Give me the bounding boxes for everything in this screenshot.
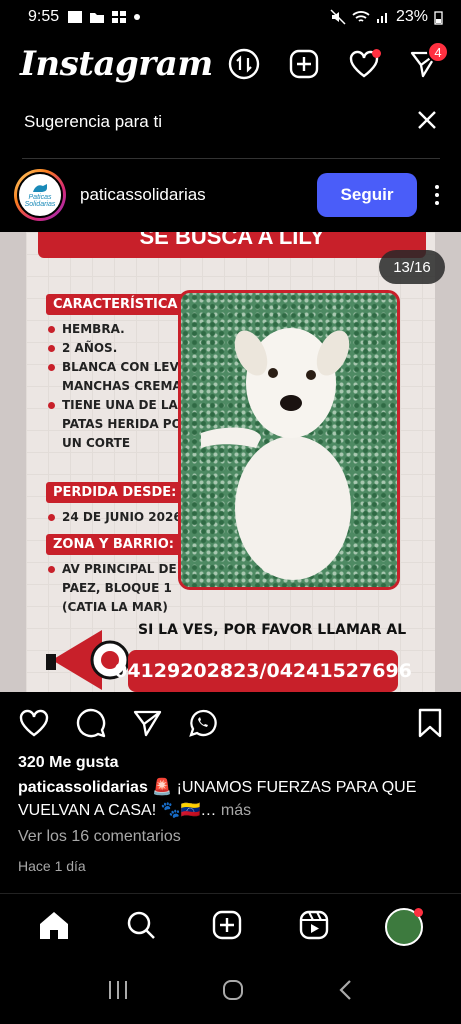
trait-continuation: MANCHAS CREMA. bbox=[62, 379, 187, 393]
trait-continuation: PATAS HERIDA POR bbox=[62, 417, 192, 431]
instagram-logo: Instagram bbox=[20, 44, 213, 84]
send-icon bbox=[133, 710, 162, 736]
plus-square-icon bbox=[289, 49, 319, 79]
battery-icon bbox=[434, 10, 443, 25]
post-timestamp: Hace 1 día bbox=[18, 858, 86, 874]
dog-logo-icon bbox=[33, 184, 47, 192]
suggestion-text: Sugerencia para ti bbox=[24, 112, 162, 131]
search-icon bbox=[128, 911, 156, 939]
zone-list: AV PRINCIPAL DE LA PAEZ, BLOQUE 1 (CATIA… bbox=[48, 560, 198, 617]
account-avatar[interactable]: Paticas Solidarias bbox=[14, 169, 66, 221]
nav-reels[interactable] bbox=[299, 910, 329, 945]
carousel-counter: 13/16 bbox=[379, 250, 445, 284]
create-button[interactable] bbox=[287, 47, 321, 81]
notifications-button[interactable] bbox=[347, 47, 381, 81]
like-button[interactable] bbox=[18, 708, 50, 743]
reels-icon bbox=[299, 910, 328, 939]
divider bbox=[22, 158, 440, 159]
caption-more-link[interactable]: más bbox=[221, 802, 251, 819]
battery-percent: 23% bbox=[395, 8, 428, 25]
dismiss-suggestion-button[interactable] bbox=[417, 110, 437, 135]
nav-home[interactable] bbox=[38, 910, 70, 945]
nav-create[interactable] bbox=[212, 910, 242, 945]
recent-apps-icon bbox=[108, 980, 127, 999]
poster-section-characteristics: CARACTERÍSTICA: bbox=[46, 294, 190, 315]
system-nav-bar bbox=[0, 960, 461, 1024]
lost-dog-poster: SE BUSCA A LILY CARACTERÍSTICA: HEMBRA. … bbox=[26, 232, 435, 692]
view-comments-link[interactable]: Ver los 16 comentarios bbox=[18, 828, 181, 846]
whatsapp-icon bbox=[189, 709, 217, 737]
traits-list: HEMBRA. 2 AÑOS. BLANCA CON LEVES MANCHAS… bbox=[48, 320, 196, 453]
status-time: 9:55 bbox=[28, 8, 60, 25]
notification-dot bbox=[372, 49, 381, 58]
notification-icons bbox=[67, 10, 141, 24]
direct-messages-button[interactable]: 4 bbox=[407, 41, 449, 81]
dog-photo bbox=[178, 290, 400, 590]
lost-date-list: 24 DE JUNIO 2026 bbox=[48, 508, 182, 527]
bookmark-icon bbox=[418, 708, 442, 737]
suggestion-bar: Sugerencia para ti bbox=[0, 94, 461, 150]
back-button[interactable] bbox=[336, 978, 356, 1007]
save-button[interactable] bbox=[417, 708, 443, 743]
poster-section-lost-since: PERDIDA DESDE: bbox=[46, 482, 184, 503]
back-chevron-icon bbox=[338, 979, 351, 1000]
folder-icon bbox=[90, 13, 105, 23]
share-button[interactable] bbox=[132, 708, 162, 743]
recent-apps-button[interactable] bbox=[106, 979, 130, 1006]
post-caption: paticassolidarias 🚨 ¡UNAMOS FUERZAS PARA… bbox=[18, 776, 443, 822]
grid-icon bbox=[112, 11, 127, 23]
nav-profile-avatar[interactable] bbox=[384, 908, 423, 946]
notification-dot bbox=[413, 908, 423, 917]
zone-continuation: PAEZ, BLOQUE 1 bbox=[62, 581, 172, 595]
messages-badge: 4 bbox=[427, 41, 449, 63]
avatar-text-2: Solidarias bbox=[24, 201, 56, 208]
image-icon bbox=[68, 11, 83, 23]
phone-numbers: 04129202823/04241527696 bbox=[114, 650, 412, 692]
comment-icon bbox=[76, 708, 106, 737]
trait-continuation: UN CORTE bbox=[62, 436, 131, 450]
arrows-swap-icon bbox=[228, 48, 260, 80]
call-to-action: SI LA VES, POR FAVOR LLAMAR AL bbox=[138, 622, 407, 638]
nav-search[interactable] bbox=[126, 910, 156, 945]
avatar-text-1: Paticas bbox=[28, 194, 52, 201]
follow-button[interactable]: Seguir bbox=[317, 173, 417, 217]
app-header: Instagram 4 bbox=[0, 34, 461, 94]
signal-icon bbox=[376, 13, 387, 23]
likes-count[interactable]: 320 Me gusta bbox=[18, 754, 118, 772]
lost-date: 24 DE JUNIO 2026 bbox=[48, 508, 182, 527]
comment-button[interactable] bbox=[76, 708, 106, 743]
trait-item: BLANCA CON LEVES bbox=[48, 358, 196, 377]
plus-square-icon bbox=[213, 910, 242, 939]
home-system-button[interactable] bbox=[221, 978, 245, 1007]
zone-continuation: (CATIA LA MAR) bbox=[62, 600, 168, 614]
trait-item: 2 AÑOS. bbox=[48, 339, 196, 358]
post-header: Paticas Solidarias paticassolidarias Seg… bbox=[0, 166, 461, 224]
divider bbox=[0, 893, 461, 894]
mute-icon bbox=[330, 9, 346, 25]
poster-title: SE BUSCA A LILY bbox=[38, 232, 426, 258]
wifi-icon bbox=[352, 11, 370, 22]
whatsapp-share-button[interactable] bbox=[188, 708, 218, 743]
dot-icon bbox=[134, 14, 141, 20]
more-options-button[interactable] bbox=[427, 185, 447, 205]
post-media[interactable]: SE BUSCA A LILY CARACTERÍSTICA: HEMBRA. … bbox=[0, 232, 461, 692]
zone-line: AV PRINCIPAL DE LA bbox=[48, 560, 198, 579]
switch-feed-button[interactable] bbox=[227, 47, 261, 81]
account-username[interactable]: paticassolidarias bbox=[80, 185, 206, 205]
trait-item: HEMBRA. bbox=[48, 320, 196, 339]
home-icon bbox=[40, 911, 69, 939]
status-bar: 9:55 23% bbox=[0, 0, 461, 34]
poster-section-zone: ZONA Y BARRIO: bbox=[46, 534, 181, 555]
bottom-nav bbox=[0, 900, 461, 954]
close-icon bbox=[418, 110, 436, 129]
caption-username[interactable]: paticassolidarias bbox=[18, 779, 148, 796]
home-circle-icon bbox=[222, 979, 243, 1000]
trait-item: TIENE UNA DE LAS bbox=[48, 396, 196, 415]
white-dog-image bbox=[201, 328, 351, 580]
post-actions bbox=[0, 702, 461, 748]
heart-icon bbox=[19, 709, 49, 736]
